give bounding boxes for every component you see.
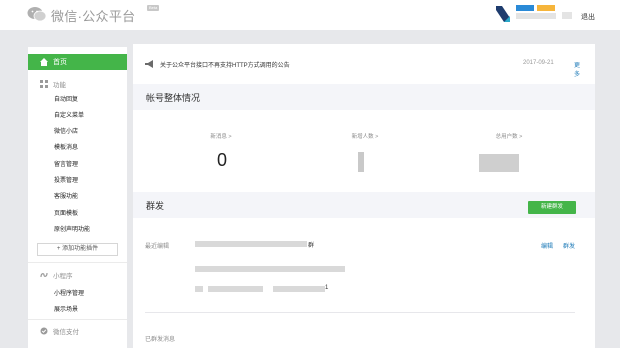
sidebar-divider: [28, 262, 127, 263]
send-link[interactable]: 群发: [563, 241, 575, 250]
recent-title-suffix: 群: [308, 243, 315, 249]
sidebar-category-function: 功能: [40, 79, 66, 89]
verified-tag: [516, 5, 534, 11]
recent-edit-label: 最近编辑: [145, 244, 170, 250]
sent-messages-label: 已群发消息: [145, 337, 176, 343]
top-bar: 微信·公众平台 Beta 退出: [0, 0, 620, 30]
divider: [145, 312, 575, 313]
recent-line2-blurred: [273, 286, 325, 292]
account-extra-blurred: [562, 12, 572, 19]
add-plugin-button[interactable]: + 添加功能插件: [37, 243, 118, 256]
sidebar-item-template-msg[interactable]: 模板消息: [54, 142, 78, 151]
sidebar-category-label: 微信支付: [53, 329, 79, 336]
sidebar-category-wxpay[interactable]: 微信支付: [40, 326, 79, 336]
stat-label: 新增人数 >: [351, 134, 379, 140]
more-link[interactable]: 更多: [574, 60, 585, 78]
notice-text[interactable]: 关于公众平台接口不再支持HTTP方式调用的公告: [160, 60, 290, 69]
main-panel: 关于公众平台接口不再支持HTTP方式调用的公告 2017-09-21 更多 帐号…: [133, 44, 595, 348]
sidebar-item-display-scenes[interactable]: 展示场景: [54, 304, 78, 313]
home-icon: [40, 58, 48, 66]
sidebar: 首页 功能 自动回复 自定义菜单 微信小店 模板消息 留言管理 投票管理 客服功…: [28, 47, 127, 348]
sidebar-item-home[interactable]: 首页: [28, 54, 127, 70]
recent-line2-blurred: [208, 286, 263, 292]
stat-new-messages[interactable]: 新消息 >: [161, 132, 281, 140]
sidebar-item-label: 首页: [53, 59, 67, 66]
recent-title-blurred: [195, 241, 307, 247]
recent-line2-suffix: 1: [325, 285, 329, 291]
sidebar-item-miniprogram-manage[interactable]: 小程序管理: [54, 288, 84, 297]
platform-title[interactable]: 微信·公众平台: [51, 6, 135, 25]
sidebar-category-label: 小程序: [53, 273, 73, 280]
stat-value-new-messages: 0: [217, 150, 228, 170]
sidebar-item-customer-service[interactable]: 客服功能: [54, 191, 78, 200]
recent-line-blurred: [195, 266, 345, 272]
notice-bar: 关于公众平台接口不再支持HTTP方式调用的公告 2017-09-21 更多: [145, 58, 585, 78]
sidebar-item-original-declaration[interactable]: 原创声明功能: [54, 224, 90, 233]
broadcast-title: 群发: [146, 201, 165, 211]
grid-icon: [40, 80, 48, 88]
sidebar-item-custom-menu[interactable]: 自定义菜单: [54, 110, 84, 119]
stat-new-followers[interactable]: 新增人数 >: [305, 132, 425, 140]
sidebar-item-page-templates[interactable]: 页面模板: [54, 208, 78, 217]
overview-title: 帐号整体情况: [146, 93, 201, 103]
stat-label: 新消息 >: [210, 134, 232, 140]
sidebar-item-auto-reply[interactable]: 自动回复: [54, 94, 78, 103]
account-name-blurred: [516, 13, 556, 19]
account-type-tag: [537, 5, 555, 11]
stat-total-users[interactable]: 总用户数 >: [449, 132, 569, 140]
account-avatar[interactable]: [496, 6, 510, 22]
sidebar-category-label: 功能: [53, 82, 66, 89]
broadcast-header: 群发: [133, 192, 595, 218]
sidebar-divider: [28, 319, 127, 320]
beta-badge: Beta: [147, 5, 160, 11]
stat-value-new-followers-blurred: [358, 152, 364, 172]
megaphone-icon: [145, 60, 153, 68]
edit-link[interactable]: 编辑: [541, 241, 553, 250]
stat-value-total-users-blurred: [479, 154, 519, 172]
wxpay-icon: [40, 327, 48, 335]
recent-line2-blurred: [195, 286, 203, 292]
wechat-logo-icon[interactable]: [27, 6, 47, 22]
sidebar-item-comments[interactable]: 留言管理: [54, 159, 78, 168]
stat-label: 总用户数 >: [495, 134, 523, 140]
overview-header: 帐号整体情况: [133, 84, 595, 110]
new-broadcast-button[interactable]: 新建群发: [528, 201, 576, 214]
notice-date: 2017-09-21: [523, 60, 554, 66]
sidebar-item-store[interactable]: 微信小店: [54, 126, 78, 135]
logout-link[interactable]: 退出: [581, 12, 595, 22]
sidebar-item-votes[interactable]: 投票管理: [54, 175, 78, 184]
miniprogram-icon: [40, 272, 48, 278]
sidebar-category-miniprogram: 小程序: [40, 270, 73, 280]
